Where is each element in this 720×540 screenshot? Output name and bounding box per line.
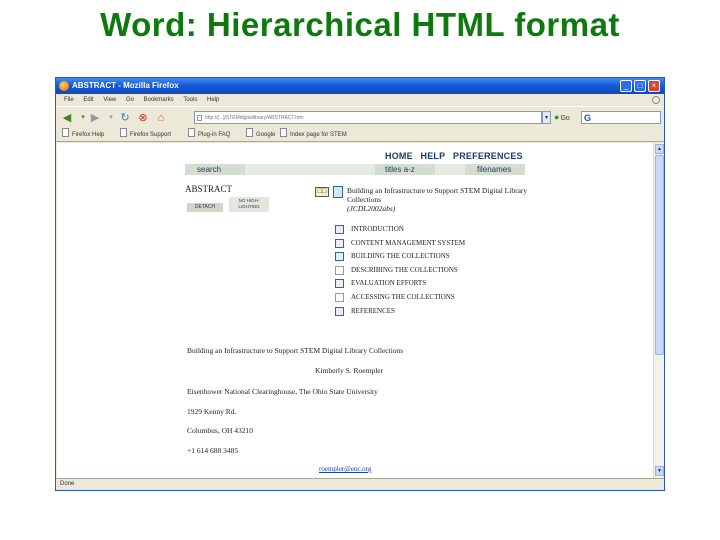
forward-dropdown-icon[interactable]: ▾ xyxy=(104,111,118,125)
menu-bar: File Edit View Go Bookmarks Tools Help xyxy=(56,94,664,106)
page-content: HOME HELP PREFERENCES search titles a-z … xyxy=(57,143,653,478)
checked-doc-icon xyxy=(335,279,344,289)
toc-item-accessing[interactable]: ACCESSING THE COLLECTIONS xyxy=(331,291,465,305)
menu-edit[interactable]: Edit xyxy=(83,94,93,106)
tab-search[interactable]: search xyxy=(197,164,221,175)
forward-icon[interactable]: ▶ xyxy=(88,111,102,125)
home-icon[interactable]: ⌂ xyxy=(154,111,168,125)
page-icon xyxy=(197,115,202,121)
go-button[interactable]: ●Go xyxy=(554,111,570,125)
go-arrow-icon: ● xyxy=(554,112,560,122)
toc-label: EVALUATION EFFORTS xyxy=(351,279,427,288)
menu-go[interactable]: Go xyxy=(126,94,134,106)
scroll-up-icon[interactable]: ▲ xyxy=(655,144,664,154)
document-subtitle: (JCDL2002abs) xyxy=(347,204,396,213)
menu-view[interactable]: View xyxy=(103,94,116,106)
doc-icon xyxy=(335,265,344,275)
toc-label: BUILDING THE COLLECTIONS xyxy=(351,252,450,261)
document-title: Building an Infrastructure to Support ST… xyxy=(347,186,537,213)
toc-label: CONTENT MANAGEMENT SYSTEM xyxy=(351,238,466,247)
bookmark-firefox-support[interactable]: Firefox Support xyxy=(120,128,171,142)
body-street: 1929 Kenny Rd. xyxy=(187,407,237,416)
abstract-heading: ABSTRACT xyxy=(185,184,233,194)
toc-label: ACCESSING THE COLLECTIONS xyxy=(351,292,455,301)
toc-item-building[interactable]: BUILDING THE COLLECTIONS xyxy=(331,250,465,264)
address-field[interactable]: http://[...]/STEMdigitallibrary/ABSTRACT… xyxy=(194,111,542,124)
body-author: Kimberly S. Roempler xyxy=(315,366,384,375)
toc-label: REFERENCES xyxy=(351,306,395,315)
checked-doc-icon xyxy=(335,225,344,234)
tab-titles-az[interactable]: titles a-z xyxy=(385,164,415,175)
slide-title: Word: Hierarchical HTML format xyxy=(100,6,620,43)
bookmark-google[interactable]: Google xyxy=(246,128,275,142)
browser-window: ABSTRACT - Mozilla Firefox _ □ × File Ed… xyxy=(55,77,665,491)
checked-doc-icon xyxy=(335,238,344,248)
address-text: http://[...]/STEMdigitallibrary/ABSTRACT… xyxy=(205,115,304,121)
body-organization: Eisenhower National Clearinghouse, The O… xyxy=(187,387,378,396)
checked-doc-icon xyxy=(335,306,344,316)
close-button[interactable]: × xyxy=(648,80,660,92)
email-link[interactable]: roempler@enc.org xyxy=(319,465,371,473)
google-icon: G xyxy=(584,113,592,123)
window-title: ABSTRACT - Mozilla Firefox xyxy=(72,81,179,90)
body-city: Columbus, OH 43210 xyxy=(187,426,254,435)
menu-tools[interactable]: Tools xyxy=(183,94,197,106)
nav-help-link[interactable]: HELP xyxy=(421,151,446,161)
address-dropdown-icon[interactable]: ▾ xyxy=(542,111,551,124)
firefox-icon xyxy=(59,81,69,91)
toc-item-describing[interactable]: DESCRIBING THE COLLECTIONS xyxy=(331,264,465,278)
throbber-icon xyxy=(652,96,660,104)
search-tabs: search titles a-z filenames xyxy=(185,164,525,175)
tab-filenames[interactable]: filenames xyxy=(477,164,511,175)
bookmark-plugin-faq[interactable]: Plug-in FAQ xyxy=(188,128,230,142)
body-phone: +1 614 688 3485 xyxy=(187,446,239,455)
toc-item-evaluation[interactable]: EVALUATION EFFORTS xyxy=(331,277,465,291)
book-icon[interactable]: □□ xyxy=(315,187,329,197)
nav-preferences-link[interactable]: PREFERENCES xyxy=(453,151,523,161)
minimize-button[interactable]: _ xyxy=(620,80,632,92)
scroll-thumb[interactable] xyxy=(655,155,664,355)
top-navigation: HOME HELP PREFERENCES xyxy=(385,151,528,161)
go-label: Go xyxy=(560,115,570,122)
doc-icon xyxy=(335,292,344,302)
bookmark-index-page[interactable]: Index page for STEM xyxy=(280,128,347,142)
table-of-contents: INTRODUCTION CONTENT MANAGEMENT SYSTEM B… xyxy=(331,223,465,318)
title-bar[interactable]: ABSTRACT - Mozilla Firefox _ □ × xyxy=(56,78,664,94)
reload-icon[interactable]: ↻ xyxy=(118,111,132,125)
document-title-text: Building an Infrastructure to Support ST… xyxy=(347,186,528,204)
menu-file[interactable]: File xyxy=(64,94,74,106)
bookmarks-toolbar: Firefox Help Firefox Support Plug-in FAQ… xyxy=(56,128,664,142)
no-highlighting-button[interactable]: NO HIGH-LIGHTING xyxy=(229,197,269,212)
bookmark-firefox-help[interactable]: Firefox Help xyxy=(62,128,104,142)
navigation-toolbar: ◀ ▾ ▶ ▾ ↻ ⊗ ⌂ http://[...]/STEMdigitalli… xyxy=(56,106,664,128)
menu-bookmarks[interactable]: Bookmarks xyxy=(144,94,174,106)
search-input[interactable]: G xyxy=(581,111,661,124)
toc-item-content-management[interactable]: CONTENT MANAGEMENT SYSTEM xyxy=(331,237,465,251)
nav-home-link[interactable]: HOME xyxy=(385,151,413,161)
checked-doc-icon xyxy=(335,252,344,262)
status-bar: Done xyxy=(56,478,664,490)
toc-label: DESCRIBING THE COLLECTIONS xyxy=(351,265,458,274)
toc-item-introduction[interactable]: INTRODUCTION xyxy=(331,223,465,237)
back-icon[interactable]: ◀ xyxy=(60,111,74,125)
document-icon[interactable] xyxy=(333,186,343,198)
body-heading: Building an Infrastructure to Support ST… xyxy=(187,346,404,355)
vertical-scrollbar[interactable]: ▲ ▼ xyxy=(653,143,664,478)
stop-icon[interactable]: ⊗ xyxy=(136,111,150,125)
status-text: Done xyxy=(60,481,75,487)
scroll-down-icon[interactable]: ▼ xyxy=(655,466,664,476)
menu-help[interactable]: Help xyxy=(207,94,219,106)
maximize-button[interactable]: □ xyxy=(634,80,646,92)
toc-item-references[interactable]: REFERENCES xyxy=(331,305,465,319)
toc-label: INTRODUCTION xyxy=(351,225,404,233)
detach-button[interactable]: DETACH xyxy=(187,203,223,212)
